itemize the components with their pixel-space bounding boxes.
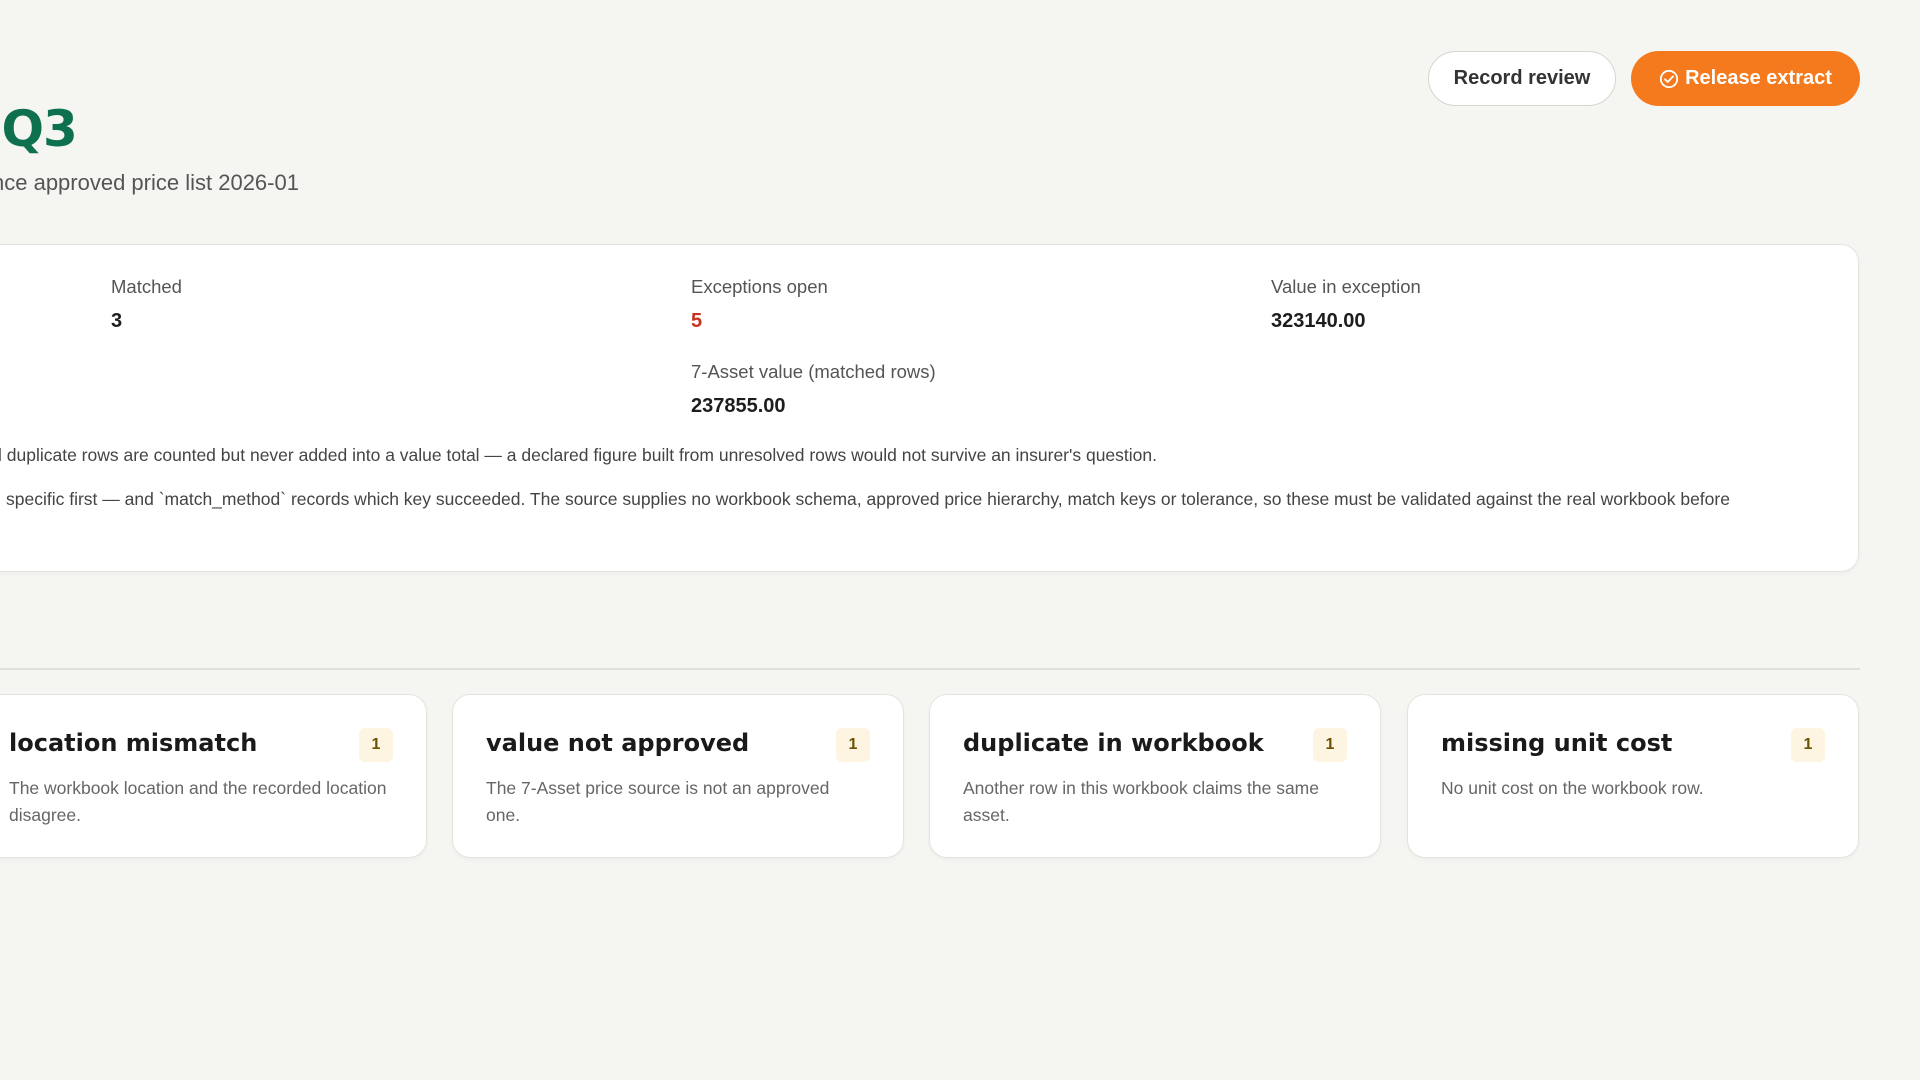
metric-value: 323140.00	[1271, 310, 1366, 332]
exception-description: No unit cost on the workbook row.	[1441, 778, 1704, 798]
metric-label: Value in exception	[1271, 276, 1421, 297]
section-divider	[0, 668, 1860, 670]
metric-label: 7-Asset value (matched rows)	[691, 361, 936, 382]
metric-value: 3	[111, 310, 123, 332]
metric-value: 5	[691, 310, 703, 332]
exception-description: The 7-Asset price source is not an appro…	[486, 778, 830, 825]
metric-value: 237855.00	[691, 395, 786, 417]
metric-asset-value: 7-Asset value (matched rows) 237855.00	[691, 361, 936, 418]
exception-title: location mismatch	[9, 729, 258, 757]
exception-card[interactable]: value not approved 1 The 7-Asset price s…	[452, 694, 904, 858]
metric-matched: Matched 3	[111, 276, 182, 333]
metric-label: Exceptions open	[691, 276, 828, 297]
check-circle-icon	[1659, 69, 1679, 89]
metric-exceptions-open: Exceptions open 5	[691, 276, 828, 333]
page: Record review Release extract 3-Q3 nce a…	[0, 0, 1920, 1080]
exception-title: duplicate in workbook	[963, 729, 1264, 757]
exception-count-badge: 1	[1313, 728, 1347, 762]
metric-value-in-exception: Value in exception 323140.00	[1271, 276, 1421, 333]
exception-title: missing unit cost	[1441, 729, 1673, 757]
exception-count-badge: 1	[836, 728, 870, 762]
summary-note: l duplicate rows are counted but never a…	[0, 445, 1157, 465]
release-extract-button[interactable]: Release extract	[1631, 51, 1860, 106]
summary-note: specific first — and `match_method` reco…	[6, 489, 1730, 509]
exception-card[interactable]: duplicate in workbook 1 Another row in t…	[929, 694, 1381, 858]
page-title: 3-Q3	[0, 100, 78, 158]
summary-card: Matched 3 Exceptions open 5 Value in exc…	[0, 244, 1859, 572]
page-subtitle: nce approved price list 2026-01	[0, 170, 299, 195]
exception-card[interactable]: location mismatch 1 The workbook locatio…	[0, 694, 427, 858]
exception-card[interactable]: missing unit cost 1 No unit cost on the …	[1407, 694, 1859, 858]
record-review-button[interactable]: Record review	[1428, 51, 1616, 106]
exception-description: Another row in this workbook claims the …	[963, 778, 1319, 825]
header-actions: Record review Release extract	[1428, 51, 1860, 106]
release-extract-label: Release extract	[1685, 67, 1832, 89]
exception-description: The workbook location and the recorded l…	[9, 778, 387, 825]
exception-count-badge: 1	[1791, 728, 1825, 762]
exception-count-badge: 1	[359, 728, 393, 762]
exception-title: value not approved	[486, 729, 750, 757]
metric-label: Matched	[111, 276, 182, 297]
